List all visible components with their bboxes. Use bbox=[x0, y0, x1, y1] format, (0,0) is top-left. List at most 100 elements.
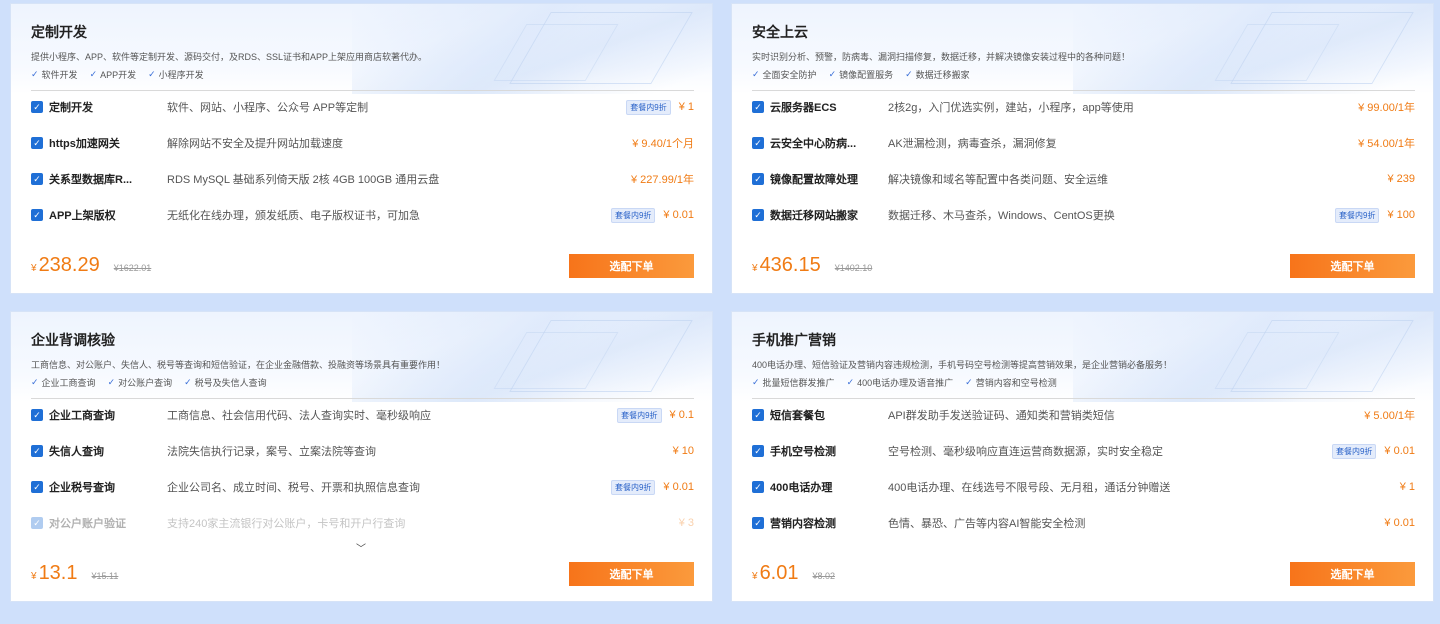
original-price: ¥15.11 bbox=[91, 571, 119, 581]
checkbox-checked-icon[interactable]: ✓ bbox=[31, 173, 43, 185]
divider bbox=[752, 398, 1415, 399]
service-price: ¥ 227.99/1年 bbox=[631, 174, 694, 186]
currency-symbol: ¥ bbox=[752, 571, 758, 582]
service-desc: 支持240家主流银行对公账户，卡号和开户行查询 bbox=[167, 518, 406, 530]
service-name: 云服务器ECS bbox=[770, 102, 837, 114]
discount-badge: 套餐内9折 bbox=[626, 99, 671, 115]
service-desc: 企业公司名、成立时间、税号、开票和执照信息查询 bbox=[167, 482, 420, 494]
service-row[interactable]: ✓ 企业税号查询 企业公司名、成立时间、税号、开票和执照信息查询 套餐内9折 ¥… bbox=[31, 477, 694, 497]
divider bbox=[752, 90, 1415, 91]
service-name: 短信套餐包 bbox=[770, 410, 825, 422]
service-row[interactable]: ✓ 失信人查询 法院失信执行记录，案号、立案法院等查询 ¥ 10 bbox=[31, 441, 694, 461]
service-price: ¥ 1 bbox=[1399, 481, 1415, 493]
checkbox-checked-icon[interactable]: ✓ bbox=[31, 481, 43, 493]
currency-symbol: ¥ bbox=[31, 571, 37, 582]
service-desc: 无纸化在线办理，颁发纸质、电子版权证书，可加急 bbox=[167, 210, 420, 222]
feature-tag: ✓ 企业工商查询 bbox=[31, 377, 96, 388]
feature-tags: ✓ 软件开发 ✓ APP开发 ✓ 小程序开发 bbox=[31, 68, 204, 81]
original-price: ¥1402.10 bbox=[834, 263, 873, 273]
check-icon: ✓ bbox=[965, 377, 973, 387]
checkbox-checked-icon[interactable]: ✓ bbox=[752, 517, 764, 529]
checkbox-checked-icon[interactable]: ✓ bbox=[752, 209, 764, 221]
service-row[interactable]: ✓ 400电话办理 400电话办理、在线选号不限号段、无月租，通话分钟赠送 ¥ … bbox=[752, 477, 1415, 497]
order-button[interactable]: 选配下单 bbox=[1290, 562, 1415, 586]
service-row[interactable]: ✓ 短信套餐包 API群发助手发送验证码、通知类和营销类短信 ¥ 5.00/1年 bbox=[752, 405, 1415, 425]
total-value: 6.01 bbox=[759, 562, 799, 584]
check-icon: ✓ bbox=[89, 69, 98, 79]
checkbox-checked-icon[interactable]: ✓ bbox=[31, 101, 43, 113]
expand-chevron-icon[interactable]: ﹀ bbox=[356, 540, 366, 555]
service-row[interactable]: ✓ 数据迁移网站搬家 数据迁移、木马查杀，Windows、CentOS更换 套餐… bbox=[752, 205, 1415, 225]
service-desc: RDS MySQL 基础系列倚天版 2核 4GB 100GB 通用云盘 bbox=[167, 174, 440, 186]
service-price: ¥ 54.00/1年 bbox=[1358, 138, 1415, 150]
service-price: ¥ 0.01 bbox=[663, 481, 694, 493]
feature-tag: ✓ 批量短信群发推广 bbox=[752, 377, 835, 388]
service-price: ¥ 10 bbox=[672, 445, 694, 457]
currency-symbol: ¥ bbox=[31, 263, 37, 274]
service-desc: 数据迁移、木马查杀，Windows、CentOS更换 bbox=[888, 210, 1115, 222]
header-decoration bbox=[352, 4, 712, 94]
package-card-enterprise-check: 企业背调核验 工商信息、对公账户、失信人、税号等查询和短信验证，在企业金融借款、… bbox=[10, 311, 713, 602]
check-icon: ✓ bbox=[828, 69, 837, 79]
service-desc: AK泄漏检测，病毒查杀，漏洞修复 bbox=[888, 138, 1057, 150]
checkbox-checked-icon[interactable]: ✓ bbox=[31, 137, 43, 149]
feature-tag: ✓ 对公账户查询 bbox=[107, 377, 173, 388]
checkbox-checked-icon[interactable]: ✓ bbox=[31, 517, 43, 529]
checkbox-checked-icon[interactable]: ✓ bbox=[752, 173, 764, 185]
checkbox-checked-icon[interactable]: ✓ bbox=[752, 101, 764, 113]
service-desc: 2核2g，入门优选实例，建站，小程序，app等使用 bbox=[888, 102, 1134, 114]
feature-tag: ✓ 软件开发 bbox=[31, 69, 78, 80]
feature-tag: ✓ 数据迁移搬家 bbox=[905, 69, 970, 80]
service-name: 400电话办理 bbox=[770, 482, 833, 494]
service-row[interactable]: ✓ APP上架版权 无纸化在线办理，颁发纸质、电子版权证书，可加急 套餐内9折 … bbox=[31, 205, 694, 225]
checkbox-checked-icon[interactable]: ✓ bbox=[752, 445, 764, 457]
service-name: https加速网关 bbox=[49, 138, 120, 150]
package-card-cloud-security: 安全上云 实时识别分析、预警，防病毒、漏洞扫描修复，数据迁移，并解决镜像安装过程… bbox=[731, 3, 1434, 294]
original-price: ¥1622.01 bbox=[113, 263, 152, 273]
service-name: 云安全中心防病... bbox=[770, 138, 857, 150]
checkbox-checked-icon[interactable]: ✓ bbox=[752, 409, 764, 421]
service-row[interactable]: ✓ 企业工商查询 工商信息、社会信用代码、法人查询实时、毫秒级响应 套餐内9折 … bbox=[31, 405, 694, 425]
service-desc: API群发助手发送验证码、通知类和营销类短信 bbox=[888, 410, 1115, 422]
service-row[interactable]: ✓ 定制开发 软件、网站、小程序、公众号 APP等定制 套餐内9折 ¥ 1 bbox=[31, 97, 694, 117]
service-price: ¥ 100 bbox=[1387, 209, 1415, 221]
checkbox-checked-icon[interactable]: ✓ bbox=[752, 481, 764, 493]
checkbox-checked-icon[interactable]: ✓ bbox=[31, 209, 43, 221]
total-value: 436.15 bbox=[759, 254, 821, 276]
service-name: 营销内容检测 bbox=[770, 518, 836, 530]
service-price: ¥ 0.01 bbox=[663, 209, 694, 221]
order-button[interactable]: 选配下单 bbox=[1290, 254, 1415, 278]
discount-badge: 套餐内9折 bbox=[610, 207, 656, 223]
service-row[interactable]: ✓ 营销内容检测 色情、暴恐、广告等内容AI智能安全检测 ¥ 0.01 bbox=[752, 513, 1415, 533]
service-desc: 400电话办理、在线选号不限号段、无月租，通话分钟赠送 bbox=[888, 482, 1171, 494]
service-name: 定制开发 bbox=[49, 102, 93, 114]
service-name: 关系型数据库R... bbox=[49, 174, 133, 186]
checkbox-checked-icon[interactable]: ✓ bbox=[752, 137, 764, 149]
service-row[interactable]: ✓ 镜像配置故障处理 解决镜像和域名等配置中各类问题、安全运维 ¥ 239 bbox=[752, 169, 1415, 189]
service-price: ¥ 3 bbox=[678, 517, 694, 529]
service-desc: 解除网站不安全及提升网站加载速度 bbox=[167, 138, 343, 150]
service-row[interactable]: ✓ 云安全中心防病... AK泄漏检测，病毒查杀，漏洞修复 ¥ 54.00/1年 bbox=[752, 133, 1415, 153]
service-price: ¥ 5.00/1年 bbox=[1364, 410, 1415, 422]
card-title: 手机推广营销 bbox=[752, 332, 836, 348]
service-row[interactable]: ✓ 手机空号检测 空号检测、毫秒级响应直连运营商数据源，实时安全稳定 套餐内9折… bbox=[752, 441, 1415, 461]
discount-badge: 套餐内9折 bbox=[1331, 443, 1377, 459]
service-row[interactable]: ✓ 云服务器ECS 2核2g，入门优选实例，建站，小程序，app等使用 ¥ 99… bbox=[752, 97, 1415, 117]
order-button[interactable]: 选配下单 bbox=[569, 254, 694, 278]
order-button[interactable]: 选配下单 bbox=[569, 562, 694, 586]
service-desc: 空号检测、毫秒级响应直连运营商数据源，实时安全稳定 bbox=[888, 446, 1163, 458]
service-row[interactable]: ✓ https加速网关 解除网站不安全及提升网站加载速度 ¥ 9.40/1个月 bbox=[31, 133, 694, 153]
feature-tag: ✓ 营销内容和空号检测 bbox=[965, 377, 1057, 388]
service-price: ¥ 1 bbox=[678, 101, 694, 113]
checkbox-checked-icon[interactable]: ✓ bbox=[31, 445, 43, 457]
service-price: ¥ 239 bbox=[1387, 173, 1415, 185]
checkbox-checked-icon[interactable]: ✓ bbox=[31, 409, 43, 421]
service-row[interactable]: ✓ 对公户账户验证 支持240家主流银行对公账户，卡号和开户行查询 ¥ 3 bbox=[31, 513, 694, 533]
service-row[interactable]: ✓ 关系型数据库R... RDS MySQL 基础系列倚天版 2核 4GB 10… bbox=[31, 169, 694, 189]
service-desc: 软件、网站、小程序、公众号 APP等定制 bbox=[167, 102, 369, 114]
card-description: 实时识别分析、预警，防病毒、漏洞扫描修复，数据迁移，并解决镜像安装过程中的各种问… bbox=[752, 52, 1131, 62]
package-card-custom-dev: 定制开发 提供小程序、APP、软件等定制开发、源码交付，及RDS、SSL证书和A… bbox=[10, 3, 713, 294]
header-decoration bbox=[1073, 312, 1433, 402]
card-title: 定制开发 bbox=[31, 24, 87, 40]
service-price: ¥ 9.40/1个月 bbox=[632, 138, 694, 150]
